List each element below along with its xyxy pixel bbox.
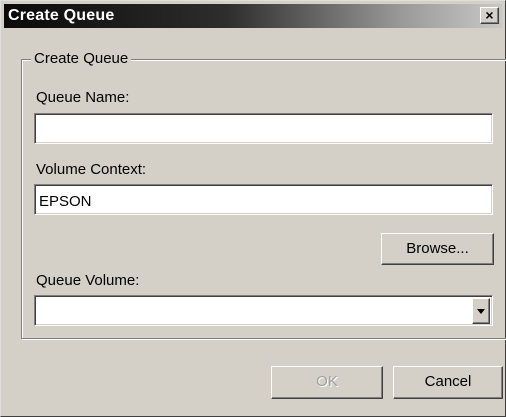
queue-name-input[interactable] (34, 113, 493, 144)
volume-context-label: Volume Context: (36, 161, 147, 178)
window-title: Create Queue (8, 7, 115, 24)
create-queue-dialog: Create Queue × Create Queue Queue Name: … (0, 0, 506, 417)
browse-button[interactable]: Browse... (381, 233, 494, 265)
queue-name-label: Queue Name: (36, 89, 130, 106)
ok-button[interactable]: OK (271, 366, 383, 399)
cancel-button[interactable]: Cancel (393, 366, 503, 399)
close-icon: × (485, 7, 494, 23)
close-button[interactable]: × (480, 7, 499, 24)
queue-volume-label: Queue Volume: (36, 272, 140, 289)
volume-context-input[interactable] (34, 184, 493, 215)
dropdown-arrow-button[interactable] (472, 298, 490, 324)
groupbox-legend: Create Queue (31, 50, 132, 68)
queue-volume-select[interactable] (34, 295, 493, 326)
title-bar[interactable]: Create Queue × (4, 4, 502, 28)
chevron-down-icon (477, 309, 485, 314)
